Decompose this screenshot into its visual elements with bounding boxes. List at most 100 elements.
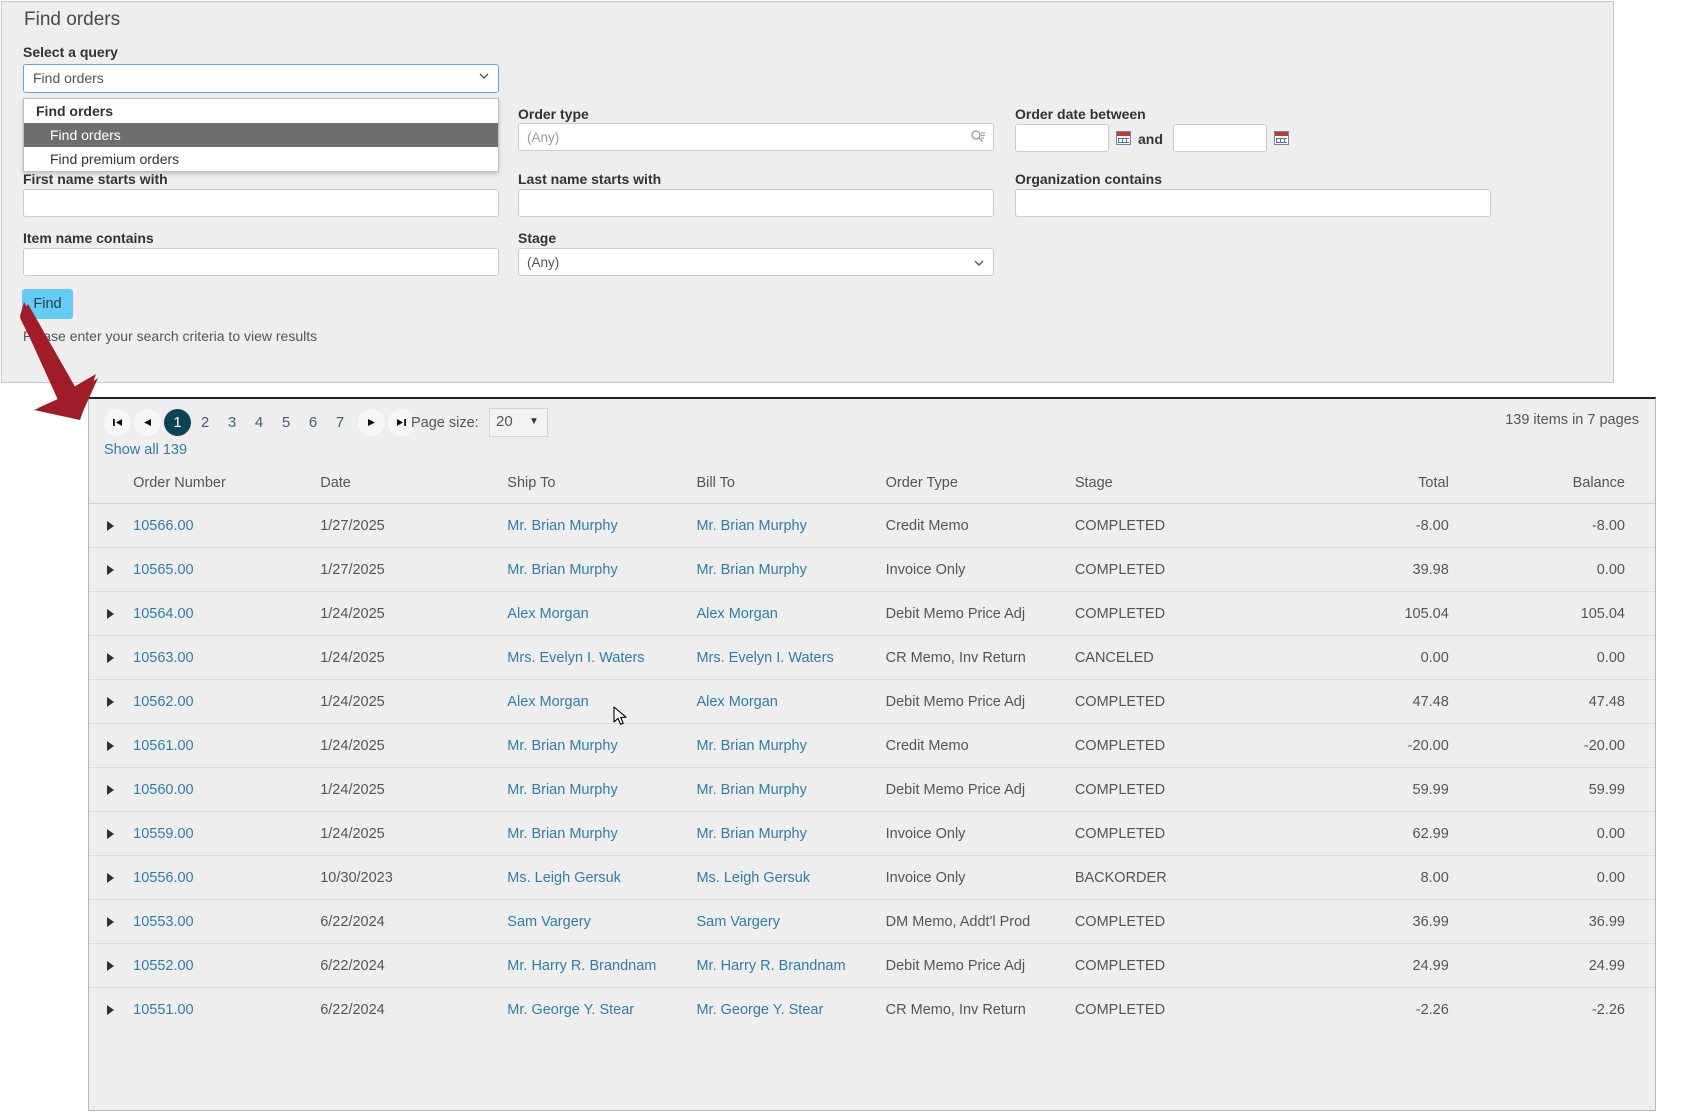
column-header-bill-to[interactable]: Bill To xyxy=(696,467,886,504)
ship-to-link[interactable]: Mr. Brian Murphy xyxy=(507,826,617,842)
table-row[interactable]: 10559.00 1/24/2025 Mr. Brian Murphy Mr. Bri… xyxy=(89,811,1655,856)
order-date-to-input[interactable] xyxy=(1173,124,1267,152)
order-number-link[interactable]: 10553.00 xyxy=(133,914,193,930)
chevron-right-icon[interactable] xyxy=(107,916,114,927)
pager-page-4[interactable]: 4 xyxy=(246,409,272,436)
bill-to-link[interactable]: Mr. Harry R. Brandnam xyxy=(696,958,845,974)
dropdown-option-find-orders[interactable]: Find orders xyxy=(24,123,498,147)
row-expand-toggle[interactable] xyxy=(89,987,134,1032)
chevron-right-icon[interactable] xyxy=(107,828,114,839)
order-number-link[interactable]: 10565.00 xyxy=(133,562,193,578)
ship-to-link[interactable]: Ms. Leigh Gersuk xyxy=(507,870,621,886)
order-type-input[interactable] xyxy=(518,123,994,151)
order-number-link[interactable]: 10552.00 xyxy=(133,958,193,974)
order-number-link[interactable]: 10551.00 xyxy=(133,1002,193,1018)
order-number-link[interactable]: 10566.00 xyxy=(133,518,193,534)
bill-to-link[interactable]: Mr. Brian Murphy xyxy=(696,826,806,842)
column-header-total[interactable]: Total xyxy=(1318,467,1487,504)
order-number-link[interactable]: 10559.00 xyxy=(133,826,193,842)
bill-to-link[interactable]: Mr. Brian Murphy xyxy=(696,782,806,798)
table-row[interactable]: 10565.00 1/27/2025 Mr. Brian Murphy Mr. Bri… xyxy=(89,547,1655,592)
row-expand-toggle[interactable] xyxy=(89,723,134,768)
pager-page-6[interactable]: 6 xyxy=(300,409,326,436)
chevron-right-icon[interactable] xyxy=(107,872,114,883)
bill-to-link[interactable]: Alex Morgan xyxy=(696,694,777,710)
column-header-stage[interactable]: Stage xyxy=(1074,467,1319,504)
stage-select[interactable]: (Any) xyxy=(518,248,994,276)
pager-page-1[interactable]: 1 xyxy=(164,409,191,436)
calendar-icon-to[interactable] xyxy=(1274,131,1289,145)
order-number-link[interactable]: 10556.00 xyxy=(133,870,193,886)
row-expand-toggle[interactable] xyxy=(89,899,134,944)
ship-to-link[interactable]: Alex Morgan xyxy=(507,694,588,710)
row-expand-toggle[interactable] xyxy=(89,591,134,636)
ship-to-link[interactable]: Mr. Brian Murphy xyxy=(507,562,617,578)
table-row[interactable]: 10566.00 1/27/2025 Mr. Brian Murphy Mr. Bri… xyxy=(89,503,1655,548)
table-row[interactable]: 10552.00 6/22/2024 Mr. Harry R. Brandnam Mr… xyxy=(89,943,1655,988)
chevron-right-icon[interactable] xyxy=(107,608,114,619)
bill-to-link[interactable]: Alex Morgan xyxy=(696,606,777,622)
ship-to-link[interactable]: Mr. Brian Murphy xyxy=(507,782,617,798)
calendar-icon-from[interactable] xyxy=(1116,131,1131,145)
order-date-from-input[interactable] xyxy=(1015,124,1109,152)
table-row[interactable]: 10563.00 1/24/2025 Mrs. Evelyn I. Waters Mr… xyxy=(89,635,1655,680)
order-number-link[interactable]: 10560.00 xyxy=(133,782,193,798)
row-expand-toggle[interactable] xyxy=(89,503,134,548)
pager-prev-button[interactable] xyxy=(134,409,161,436)
bill-to-link[interactable]: Mr. Brian Murphy xyxy=(696,738,806,754)
table-row[interactable]: 10560.00 1/24/2025 Mr. Brian Murphy Mr. Bri… xyxy=(89,767,1655,812)
last-name-input[interactable] xyxy=(518,189,994,217)
row-expand-toggle[interactable] xyxy=(89,943,134,988)
row-expand-toggle[interactable] xyxy=(89,635,134,680)
order-number-link[interactable]: 10561.00 xyxy=(133,738,193,754)
row-expand-toggle[interactable] xyxy=(89,547,134,592)
row-expand-toggle[interactable] xyxy=(89,855,134,900)
ship-to-link[interactable]: Mr. Harry R. Brandnam xyxy=(507,958,656,974)
ship-to-link[interactable]: Mr. Brian Murphy xyxy=(507,738,617,754)
ship-to-link[interactable]: Mr. Brian Murphy xyxy=(507,518,617,534)
table-row[interactable]: 10562.00 1/24/2025 Alex Morgan Alex Morgan D… xyxy=(89,679,1655,724)
row-expand-toggle[interactable] xyxy=(89,811,134,856)
dropdown-option-find-premium-orders[interactable]: Find premium orders xyxy=(24,147,498,171)
pager-page-3[interactable]: 3 xyxy=(219,409,245,436)
order-number-link[interactable]: 10563.00 xyxy=(133,650,193,666)
chevron-right-icon[interactable] xyxy=(107,784,114,795)
order-number-link[interactable]: 10562.00 xyxy=(133,694,193,710)
ship-to-link[interactable]: Mrs. Evelyn I. Waters xyxy=(507,650,644,666)
first-name-input[interactable] xyxy=(23,189,499,217)
bill-to-link[interactable]: Mr. Brian Murphy xyxy=(696,562,806,578)
chevron-right-icon[interactable] xyxy=(107,960,114,971)
query-dropdown-list[interactable]: Find orders Find orders Find premium ord… xyxy=(23,98,499,172)
ship-to-link[interactable]: Sam Vargery xyxy=(507,914,591,930)
ship-to-link[interactable]: Mr. George Y. Stear xyxy=(507,1002,634,1018)
bill-to-link[interactable]: Ms. Leigh Gersuk xyxy=(696,870,810,886)
show-all-link[interactable]: Show all 139 xyxy=(104,442,187,458)
ship-to-link[interactable]: Alex Morgan xyxy=(507,606,588,622)
bill-to-link[interactable]: Sam Vargery xyxy=(696,914,780,930)
order-number-link[interactable]: 10564.00 xyxy=(133,606,193,622)
table-row[interactable]: 10551.00 6/22/2024 Mr. George Y. Stear Mr. … xyxy=(89,987,1655,1032)
chevron-right-icon[interactable] xyxy=(107,1004,114,1015)
column-header-order-number[interactable]: Order Number xyxy=(133,467,321,504)
pager-first-button[interactable] xyxy=(104,409,131,436)
column-header-order-type[interactable]: Order Type xyxy=(885,467,1075,504)
pagination-controls[interactable]: 1 2 3 4 5 6 7 xyxy=(104,409,418,436)
table-row[interactable]: 10561.00 1/24/2025 Mr. Brian Murphy Mr. Bri… xyxy=(89,723,1655,768)
column-header-ship-to[interactable]: Ship To xyxy=(507,467,697,504)
item-name-input[interactable] xyxy=(23,248,499,276)
bill-to-link[interactable]: Mr. George Y. Stear xyxy=(696,1002,823,1018)
organization-input[interactable] xyxy=(1015,189,1491,217)
chevron-right-icon[interactable] xyxy=(107,564,114,575)
row-expand-toggle[interactable] xyxy=(89,767,134,812)
bill-to-link[interactable]: Mrs. Evelyn I. Waters xyxy=(696,650,833,666)
row-expand-toggle[interactable] xyxy=(89,679,134,724)
pager-page-7[interactable]: 7 xyxy=(327,409,353,436)
chevron-right-icon[interactable] xyxy=(107,652,114,663)
find-button[interactable]: Find xyxy=(22,289,73,319)
table-row[interactable]: 10564.00 1/24/2025 Alex Morgan Alex Morgan D… xyxy=(89,591,1655,636)
table-row[interactable]: 10553.00 6/22/2024 Sam Vargery Sam Vargery D… xyxy=(89,899,1655,944)
chevron-right-icon[interactable] xyxy=(107,696,114,707)
pager-next-button[interactable] xyxy=(358,409,385,436)
pager-page-2[interactable]: 2 xyxy=(192,409,218,436)
table-row[interactable]: 10556.00 10/30/2023 Ms. Leigh Gersuk Ms. Le… xyxy=(89,855,1655,900)
